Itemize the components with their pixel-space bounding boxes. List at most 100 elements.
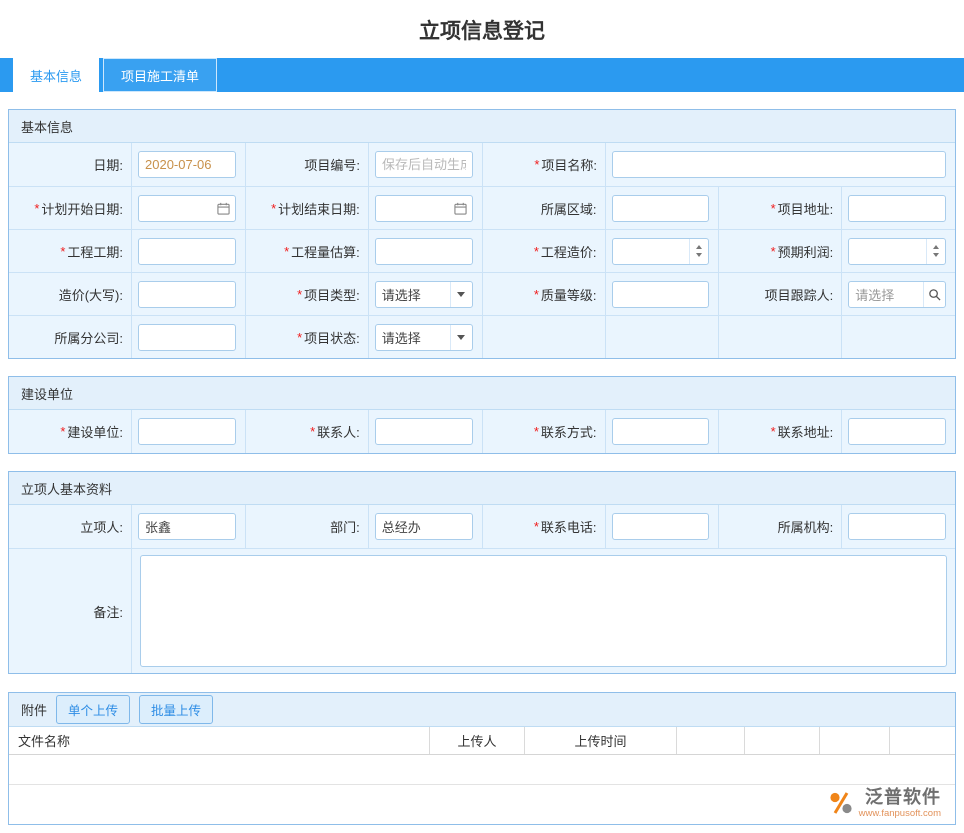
label-construction-unit: *建设单位:	[9, 410, 131, 453]
construction-unit-section: 建设单位 *建设单位: *联系人: *联系方式: *联系地址:	[8, 376, 956, 454]
label-region: 所属区域:	[483, 187, 605, 229]
search-icon[interactable]	[923, 282, 945, 307]
label-remark: 备注:	[9, 549, 131, 673]
label-phone: *联系电话:	[483, 505, 605, 548]
batch-upload-button[interactable]: 批量上传	[139, 695, 213, 724]
organization-input[interactable]	[848, 513, 946, 540]
cost-capital-input[interactable]	[138, 281, 236, 308]
expected-profit-stepper[interactable]	[848, 238, 946, 265]
step-up-icon[interactable]	[933, 245, 939, 249]
branch-input[interactable]	[138, 324, 236, 351]
tab-bar: 基本信息 项目施工清单	[0, 58, 964, 92]
empty-cell	[719, 316, 841, 358]
brand-logo: 泛普软件 www.fanpusoft.com	[828, 788, 941, 819]
column-uploader: 上传人	[429, 727, 524, 754]
basic-info-section: 基本信息 日期: 项目编号: *项目名称: *计划开始日期:	[8, 109, 956, 359]
label-contact-way: *联系方式:	[483, 410, 605, 453]
brand-website: www.fanpusoft.com	[859, 809, 941, 819]
applicant-section-title: 立项人基本资料	[21, 479, 112, 498]
footer: 泛普软件 www.fanpusoft.com	[9, 785, 955, 824]
label-project-type: *项目类型:	[246, 273, 368, 315]
construction-unit-input[interactable]	[138, 418, 236, 445]
column-upload-time: 上传时间	[524, 727, 676, 754]
column-empty	[819, 727, 889, 754]
empty-cell	[483, 316, 605, 358]
project-address-input[interactable]	[848, 195, 946, 222]
form-row: *计划开始日期: *计划结束日期:	[9, 186, 955, 229]
attachment-section-title: 附件	[21, 700, 47, 719]
chevron-down-icon	[457, 292, 465, 297]
column-file-name: 文件名称	[9, 727, 429, 754]
applicant-section-header: 立项人基本资料	[9, 472, 955, 505]
step-down-icon[interactable]	[696, 253, 702, 257]
form-row: 造价(大写): *项目类型: 请选择 *质量等级: 项目跟踪人: 请选择	[9, 272, 955, 315]
plan-start-date-input[interactable]	[138, 195, 236, 222]
phone-input[interactable]	[612, 513, 710, 540]
label-contact-address: *联系地址:	[719, 410, 841, 453]
label-cost-capital: 造价(大写):	[9, 273, 131, 315]
label-branch: 所属分公司:	[9, 316, 131, 358]
label-quantity-estimate: *工程量估算:	[246, 230, 368, 272]
contact-way-input[interactable]	[612, 418, 710, 445]
basic-info-section-header: 基本信息	[9, 110, 955, 143]
tab-construction-list[interactable]: 项目施工清单	[103, 58, 217, 92]
calendar-icon[interactable]	[450, 196, 472, 221]
plan-end-date-input[interactable]	[375, 195, 473, 222]
contact-address-input[interactable]	[848, 418, 946, 445]
label-plan-start-date: *计划开始日期:	[9, 187, 131, 229]
quality-grade-input[interactable]	[612, 281, 710, 308]
column-empty	[889, 727, 955, 754]
quantity-estimate-input[interactable]	[375, 238, 473, 265]
label-tracker: 项目跟踪人:	[719, 273, 841, 315]
project-cost-stepper[interactable]	[612, 238, 710, 265]
region-input[interactable]	[612, 195, 710, 222]
construction-unit-section-header: 建设单位	[9, 377, 955, 410]
label-duration: *工程工期:	[9, 230, 131, 272]
form-row: 日期: 项目编号: *项目名称:	[9, 143, 955, 186]
label-plan-end-date: *计划结束日期:	[246, 187, 368, 229]
form-row: 备注:	[9, 548, 955, 673]
status-select[interactable]: 请选择	[375, 324, 473, 351]
calendar-icon[interactable]	[213, 196, 235, 221]
attachment-empty-row	[9, 755, 955, 785]
label-project-cost: *工程造价:	[483, 230, 605, 272]
duration-input[interactable]	[138, 238, 236, 265]
column-empty	[676, 727, 744, 754]
date-input[interactable]	[138, 151, 236, 178]
step-down-icon[interactable]	[933, 253, 939, 257]
contact-input[interactable]	[375, 418, 473, 445]
chevron-down-icon	[457, 335, 465, 340]
column-empty	[744, 727, 819, 754]
attachment-section: 附件 单个上传 批量上传 文件名称 上传人 上传时间 泛普软件 www.fanp…	[8, 692, 956, 825]
label-organization: 所属机构:	[719, 505, 841, 548]
project-name-input[interactable]	[612, 151, 946, 178]
label-contact: *联系人:	[246, 410, 368, 453]
applicant-input[interactable]	[138, 513, 236, 540]
label-applicant: 立项人:	[9, 505, 131, 548]
label-project-address: *项目地址:	[719, 187, 841, 229]
page-title: 立项信息登记	[0, 0, 964, 58]
project-no-input[interactable]	[375, 151, 473, 178]
applicant-section: 立项人基本资料 立项人: 部门: *联系电话: 所属机构: 备注:	[8, 471, 956, 674]
brand-name: 泛普软件	[865, 788, 941, 808]
label-status: *项目状态:	[246, 316, 368, 358]
label-expected-profit: *预期利润:	[719, 230, 841, 272]
form-row: 立项人: 部门: *联系电话: 所属机构:	[9, 505, 955, 548]
form-row: *工程工期: *工程量估算: *工程造价: *预期利润:	[9, 229, 955, 272]
tab-basic-info[interactable]: 基本信息	[13, 58, 99, 92]
single-upload-button[interactable]: 单个上传	[56, 695, 130, 724]
label-date: 日期:	[9, 143, 131, 186]
form-row: 所属分公司: *项目状态: 请选择	[9, 315, 955, 358]
remark-textarea[interactable]	[140, 555, 947, 667]
project-type-select[interactable]: 请选择	[375, 281, 473, 308]
attachment-table-header: 文件名称 上传人 上传时间	[9, 727, 955, 755]
brand-logo-icon	[828, 790, 854, 816]
attachment-section-header: 附件 单个上传 批量上传	[9, 693, 955, 727]
department-input[interactable]	[375, 513, 473, 540]
label-quality-grade: *质量等级:	[483, 273, 605, 315]
step-up-icon[interactable]	[696, 245, 702, 249]
tracker-select[interactable]: 请选择	[848, 281, 946, 308]
label-department: 部门:	[246, 505, 368, 548]
basic-info-section-title: 基本信息	[21, 117, 73, 136]
label-project-no: 项目编号:	[246, 143, 368, 186]
